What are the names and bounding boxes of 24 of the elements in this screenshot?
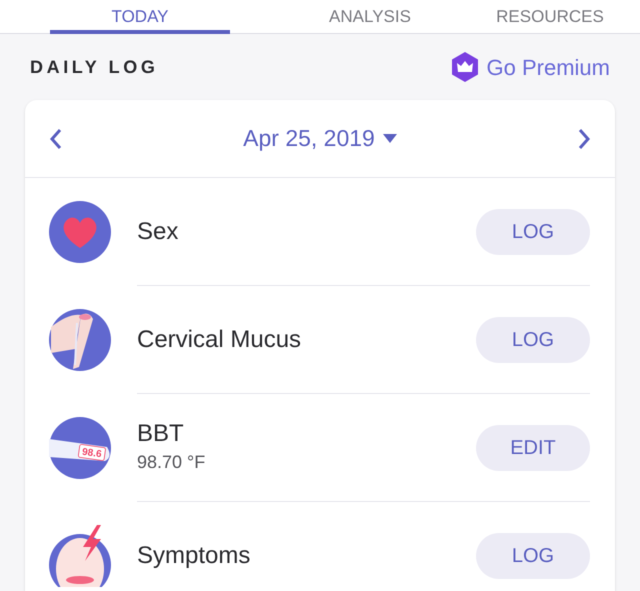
next-day-button[interactable] (577, 128, 591, 150)
section-title: DAILY LOG (30, 56, 158, 78)
fingers-icon (49, 309, 111, 371)
log-button[interactable]: LOG (476, 208, 590, 254)
pain-icon (49, 525, 111, 587)
chevron-right-icon (577, 128, 591, 150)
log-button[interactable]: EDIT (476, 424, 590, 470)
entry-title: Cervical Mucus (137, 324, 302, 354)
tab[interactable]: RESOURCES (460, 0, 640, 34)
log-button[interactable]: LOG (476, 316, 590, 362)
thermometer-icon: 98.6 (49, 417, 111, 479)
tab[interactable]: TODAY (50, 0, 230, 34)
log-button[interactable]: LOG (476, 533, 590, 579)
entry-title: BBT (137, 419, 185, 449)
entry-title: Sex (137, 216, 180, 246)
premium-link[interactable]: Go Premium (450, 50, 610, 84)
date-selector[interactable]: Apr 25, 2019 (243, 121, 397, 156)
entry-title: Symptoms (137, 541, 252, 571)
tab[interactable]: ANALYSIS (280, 0, 460, 34)
crown-icon (450, 52, 479, 82)
entry-value: 98.70 °F (137, 451, 206, 474)
caret-icon (382, 134, 397, 143)
previous-day-button[interactable] (49, 128, 63, 150)
chevron-left-icon (49, 128, 63, 150)
